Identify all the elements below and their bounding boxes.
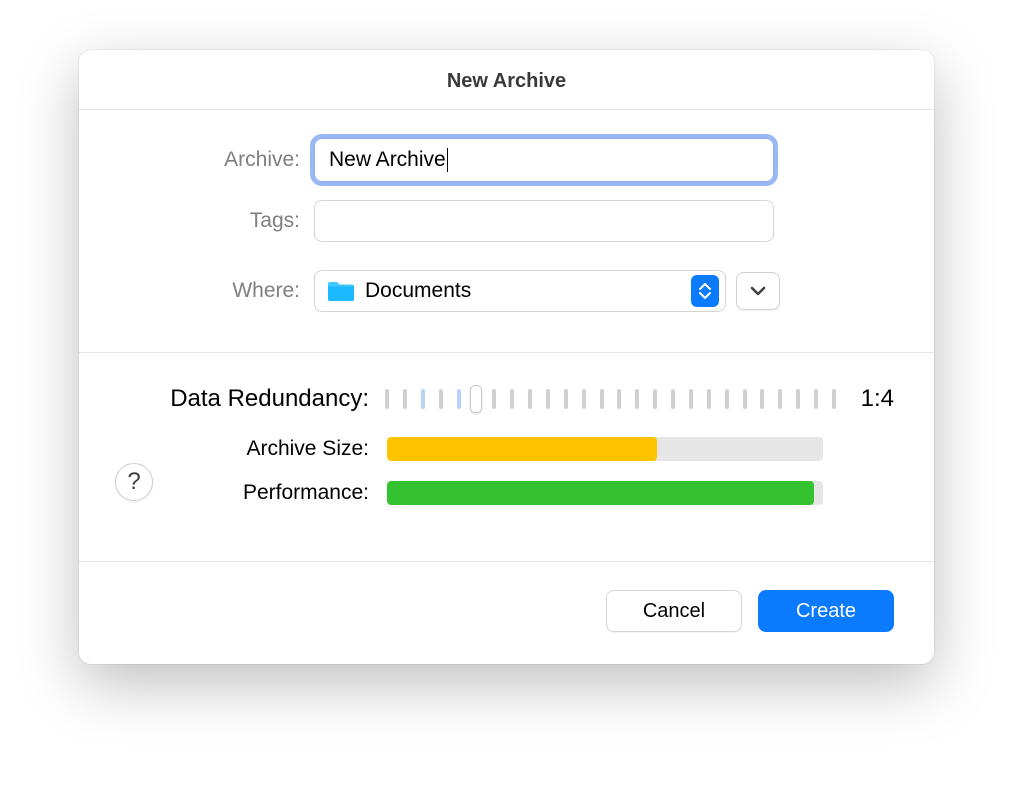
file-info-section: Archive: New Archive Tags: Where:	[79, 110, 934, 352]
slider-tick	[689, 389, 693, 409]
slider-tick	[617, 389, 621, 409]
slider-tick	[707, 389, 711, 409]
slider-tick	[814, 389, 818, 409]
slider-tick	[635, 389, 639, 409]
slider-tick	[671, 389, 675, 409]
slider-thumb[interactable]	[470, 385, 482, 413]
slider-tick	[492, 389, 496, 409]
where-dropdown[interactable]: Documents	[314, 270, 726, 312]
slider-tick	[653, 389, 657, 409]
performance-bar	[387, 481, 823, 505]
performance-fill	[387, 481, 814, 505]
question-mark-icon: ?	[127, 468, 140, 496]
slider-tick	[796, 389, 800, 409]
archive-name-value: New Archive	[329, 148, 446, 172]
dialog-title: New Archive	[79, 50, 934, 110]
archive-size-bar	[387, 437, 823, 461]
slider-tick	[760, 389, 764, 409]
where-label: Where:	[119, 279, 314, 303]
slider-tick	[528, 389, 532, 409]
slider-tick	[403, 389, 407, 409]
slider-tick	[743, 389, 747, 409]
redundancy-section: Data Redundancy: 1:4 Archive Size: Perfo…	[79, 353, 934, 561]
slider-tick	[439, 389, 443, 409]
text-caret	[447, 148, 449, 172]
slider-tick	[832, 389, 836, 409]
dialog-actions: Cancel Create	[79, 561, 934, 664]
updown-stepper-icon	[691, 275, 719, 307]
new-archive-dialog: New Archive Archive: New Archive Tags: W…	[79, 50, 934, 664]
slider-tick	[600, 389, 604, 409]
performance-label: Performance:	[119, 481, 387, 505]
tags-input[interactable]	[314, 200, 774, 242]
slider-tick	[564, 389, 568, 409]
archive-size-fill	[387, 437, 657, 461]
archive-name-input[interactable]: New Archive	[314, 138, 774, 182]
tags-label: Tags:	[119, 209, 314, 233]
cancel-button[interactable]: Cancel	[606, 590, 742, 632]
redundancy-ratio: 1:4	[834, 385, 894, 413]
help-button[interactable]: ?	[115, 463, 153, 501]
slider-tick	[725, 389, 729, 409]
slider-tick	[421, 389, 425, 409]
archive-size-label: Archive Size:	[119, 437, 387, 461]
where-value: Documents	[365, 279, 471, 303]
folder-icon	[327, 280, 355, 302]
slider-tick	[510, 389, 514, 409]
archive-label: Archive:	[119, 148, 314, 172]
slider-tick	[546, 389, 550, 409]
create-button[interactable]: Create	[758, 590, 894, 632]
expand-button[interactable]	[736, 272, 780, 310]
slider-tick	[778, 389, 782, 409]
slider-tick	[385, 389, 389, 409]
slider-tick	[582, 389, 586, 409]
chevron-down-icon	[750, 286, 766, 296]
slider-tick	[457, 389, 461, 409]
redundancy-slider[interactable]	[387, 383, 834, 415]
redundancy-label: Data Redundancy:	[119, 385, 387, 413]
